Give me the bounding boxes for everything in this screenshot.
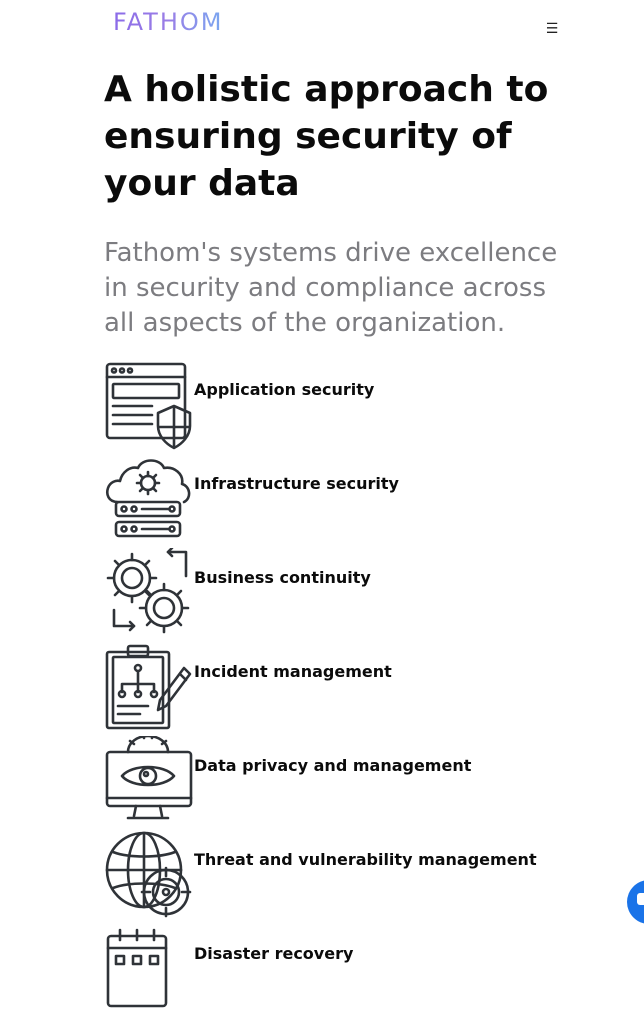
page-subtitle: Fathom's systems drive excellence in sec…	[104, 238, 558, 338]
feature-label: Disaster recovery	[194, 944, 354, 963]
clipboard-pen-icon	[104, 642, 194, 732]
feature-business-continuity: Business continuity	[104, 548, 624, 642]
calendar-icon	[104, 924, 194, 1014]
chat-launcher-button[interactable]	[627, 880, 644, 924]
feature-data-privacy: Data privacy and management	[104, 736, 624, 830]
gears-cycle-icon	[104, 548, 194, 638]
feature-label: Infrastructure security	[194, 474, 399, 493]
feature-list: Application security Infrastructure secu…	[104, 360, 624, 1018]
cloud-server-icon	[104, 454, 194, 544]
feature-application-security: Application security	[104, 360, 624, 454]
globe-target-icon	[104, 830, 194, 920]
fathom-logo[interactable]: FATHOM	[113, 8, 223, 36]
feature-infrastructure-security: Infrastructure security	[104, 454, 624, 548]
page-title: A holistic approach to ensuring security…	[104, 69, 549, 204]
feature-label: Business continuity	[194, 568, 371, 587]
feature-label: Threat and vulnerability management	[194, 850, 537, 869]
chat-icon	[637, 893, 644, 905]
hamburger-icon[interactable]: ☰	[544, 21, 560, 37]
feature-incident-management: Incident management	[104, 642, 624, 736]
feature-threat-vulnerability: Threat and vulnerability management	[104, 830, 624, 924]
feature-label: Data privacy and management	[194, 756, 472, 775]
monitor-eye-icon	[104, 736, 194, 826]
feature-label: Application security	[194, 380, 375, 399]
feature-label: Incident management	[194, 662, 392, 681]
browser-shield-icon	[104, 360, 194, 450]
feature-disaster-recovery: Disaster recovery	[104, 924, 624, 1018]
